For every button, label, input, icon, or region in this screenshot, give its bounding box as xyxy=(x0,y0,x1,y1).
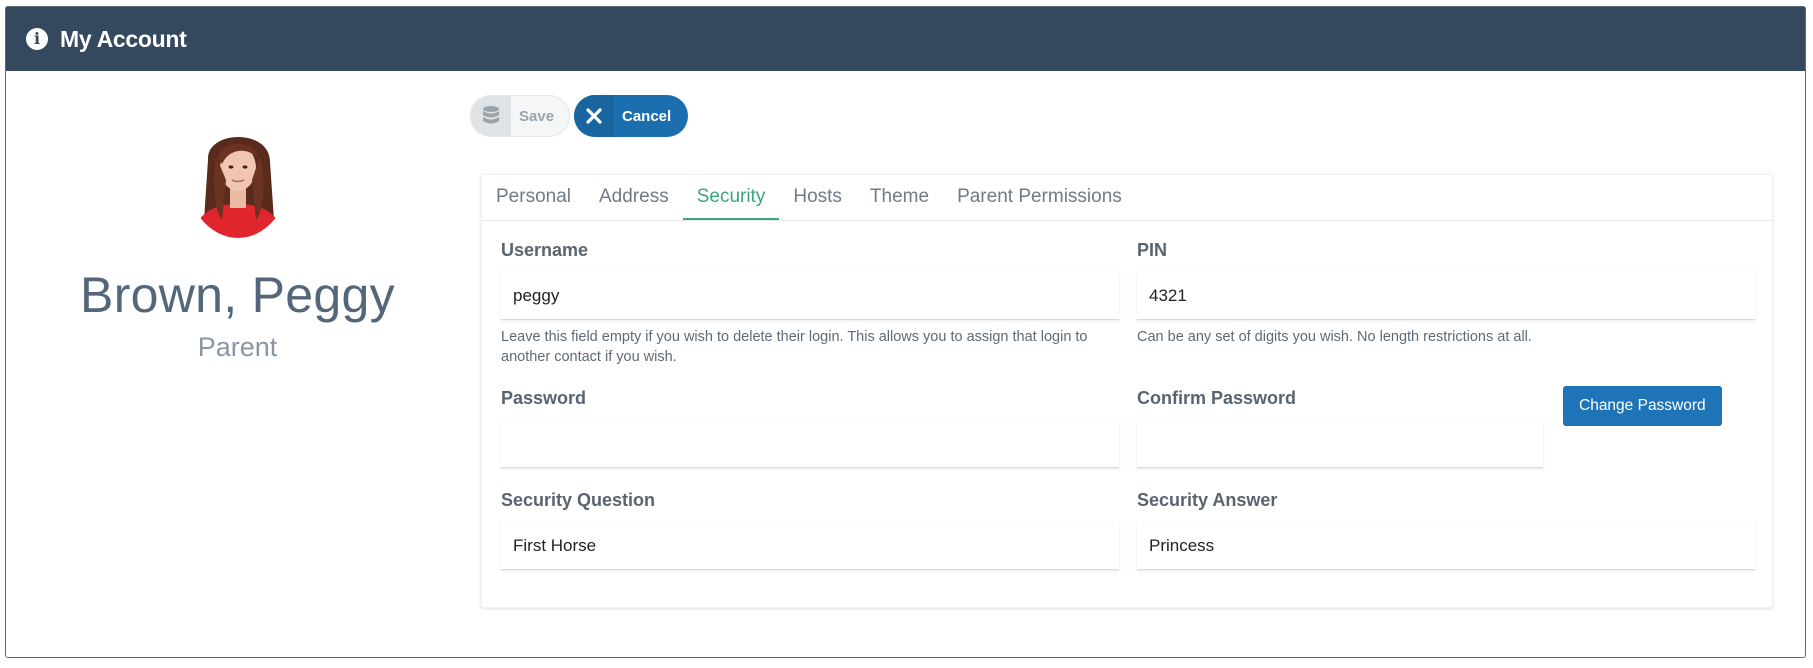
tab-bar: Personal Address Security Hosts Theme Pa… xyxy=(482,175,1772,221)
pin-input[interactable] xyxy=(1137,272,1755,320)
save-button[interactable]: Save xyxy=(470,95,570,137)
panel-header: i My Account xyxy=(6,7,1805,71)
tab-security[interactable]: Security xyxy=(682,175,780,220)
change-password-button[interactable]: Change Password xyxy=(1563,386,1722,426)
close-icon xyxy=(574,95,614,137)
tab-hosts[interactable]: Hosts xyxy=(779,175,856,220)
form-toolbar: Save Cancel xyxy=(470,95,688,137)
profile-summary: Brown, Peggy Parent xyxy=(30,120,445,363)
tab-personal[interactable]: Personal xyxy=(482,175,585,220)
tab-address[interactable]: Address xyxy=(585,175,683,220)
username-input[interactable] xyxy=(501,272,1119,320)
cancel-button-label: Cancel xyxy=(622,107,672,125)
tab-parent-permissions[interactable]: Parent Permissions xyxy=(943,175,1136,220)
avatar xyxy=(185,120,290,238)
save-button-label: Save xyxy=(519,107,555,125)
database-icon xyxy=(471,96,511,136)
security-answer-label: Security Answer xyxy=(1137,490,1278,510)
security-question-label: Security Question xyxy=(501,490,656,510)
pin-help: Can be any set of digits you wish. No le… xyxy=(1137,329,1532,345)
username-help: Leave this field empty if you wish to de… xyxy=(501,329,1088,365)
tab-theme[interactable]: Theme xyxy=(856,175,943,220)
confirm-password-label: Confirm Password xyxy=(1137,388,1297,408)
username-label: Username xyxy=(501,240,589,260)
password-input[interactable] xyxy=(501,420,1119,468)
cancel-button[interactable]: Cancel xyxy=(574,95,688,137)
info-circle-icon: i xyxy=(26,28,48,50)
avatar-image xyxy=(185,120,290,238)
account-tabs-card: Personal Address Security Hosts Theme Pa… xyxy=(481,174,1773,608)
profile-role: Parent xyxy=(197,332,278,362)
panel-title: My Account xyxy=(60,25,187,52)
security-question-input[interactable] xyxy=(501,522,1119,570)
pin-label: PIN xyxy=(1137,240,1168,260)
profile-name: Brown, Peggy xyxy=(80,267,395,323)
password-label: Password xyxy=(501,388,587,408)
security-answer-input[interactable] xyxy=(1137,522,1755,570)
confirm-password-input[interactable] xyxy=(1137,420,1543,468)
